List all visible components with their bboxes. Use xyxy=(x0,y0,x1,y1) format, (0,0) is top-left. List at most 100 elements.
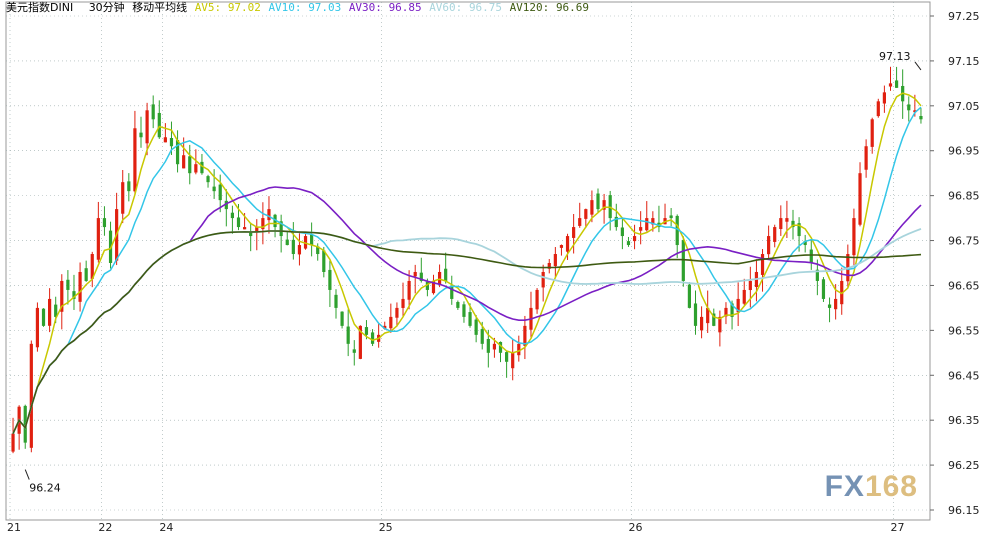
candle-body xyxy=(437,271,442,285)
y-tick-label: 96.95 xyxy=(948,145,980,158)
candle-body xyxy=(742,289,746,304)
candle-body xyxy=(242,227,247,230)
indicator-label: 移动平均线 xyxy=(132,1,188,14)
y-tick-label: 97.15 xyxy=(948,55,980,68)
candle-body xyxy=(364,327,369,335)
candle-body xyxy=(169,138,174,147)
candle-body xyxy=(888,83,893,87)
candle-body xyxy=(340,311,344,326)
candle-body xyxy=(218,184,222,201)
candle-body xyxy=(620,227,624,237)
candle-body xyxy=(444,268,448,281)
y-tick-label: 97.25 xyxy=(948,10,980,23)
candle-body xyxy=(291,239,295,255)
ma5-legend: AV5: 97.02 xyxy=(194,1,261,14)
candle-body xyxy=(267,209,271,221)
candle-body xyxy=(596,193,600,210)
x-tick-label: 25 xyxy=(379,521,393,533)
candle-body xyxy=(590,200,594,215)
candle-body xyxy=(139,132,143,138)
ma10-legend: AV10: 97.03 xyxy=(268,1,342,14)
candle-body xyxy=(370,332,375,344)
candle-body xyxy=(626,241,631,246)
candle-body xyxy=(535,289,539,310)
candle-body xyxy=(827,304,832,308)
y-tick-label: 96.45 xyxy=(948,369,980,382)
candle-body xyxy=(699,316,704,331)
candle-body xyxy=(285,239,289,246)
annotation-low: 96.24 xyxy=(29,482,61,495)
candle-body xyxy=(84,268,88,281)
annotation-leader xyxy=(914,61,922,71)
y-tick-label: 96.15 xyxy=(948,504,980,517)
annotation-leader xyxy=(24,469,30,480)
candle-body xyxy=(919,116,923,120)
candle-body xyxy=(584,209,588,219)
x-tick-label: 24 xyxy=(159,521,173,533)
candle-body xyxy=(492,343,497,350)
y-tick-label: 96.55 xyxy=(948,324,980,337)
candle-body xyxy=(779,218,783,230)
candle-body xyxy=(322,250,326,272)
candle-body xyxy=(395,307,399,318)
candle-body xyxy=(310,234,314,246)
candle-body xyxy=(669,215,673,219)
x-tick-label: 26 xyxy=(629,521,643,533)
candle-body xyxy=(352,349,356,353)
candle-body xyxy=(346,326,350,344)
ma10-line xyxy=(12,106,922,435)
candle-body xyxy=(328,269,332,290)
candle-body xyxy=(541,271,545,288)
candle-body xyxy=(760,254,765,275)
candle-body xyxy=(639,227,643,231)
candle-body xyxy=(35,307,40,348)
candle-body xyxy=(133,128,137,192)
candle-body xyxy=(182,155,186,169)
candle-body xyxy=(206,176,210,183)
y-tick-label: 96.85 xyxy=(948,190,980,203)
candle-body xyxy=(474,319,478,335)
y-tick-label: 96.65 xyxy=(948,279,980,292)
candle-body xyxy=(389,316,393,329)
candle-body xyxy=(486,338,490,353)
candle-body xyxy=(48,298,52,326)
ma60-legend: AV60: 96.75 xyxy=(429,1,503,14)
candle-body xyxy=(693,303,698,326)
candle-body xyxy=(401,298,405,308)
candle-body xyxy=(151,104,155,120)
candle-body xyxy=(858,173,862,225)
candle-body xyxy=(578,218,582,226)
candle-body xyxy=(413,271,417,277)
candle-body xyxy=(480,329,484,344)
annotation-high: 97.13 xyxy=(879,50,911,63)
candle-body xyxy=(687,284,692,308)
x-tick-label: 22 xyxy=(98,521,112,533)
candle-body xyxy=(157,112,161,138)
candle-body xyxy=(748,280,752,291)
candle-body xyxy=(572,227,576,238)
candle-body xyxy=(230,212,235,219)
chart-svg: 97.25 97.15 97.05 96.95 96.85 96.75 96.65 96.55… xyxy=(5,1,980,534)
candle-body xyxy=(194,164,198,173)
y-tick-label: 96.75 xyxy=(948,235,980,248)
ma120-legend: AV120: 96.69 xyxy=(509,1,590,14)
candle-body xyxy=(553,254,557,267)
candle-body xyxy=(907,104,911,111)
candle-body xyxy=(505,352,509,362)
candle-body xyxy=(785,218,789,222)
candle-body xyxy=(188,156,192,174)
y-tick-label: 97.05 xyxy=(948,100,980,113)
candle-body xyxy=(297,245,302,255)
candle-body xyxy=(127,181,131,192)
x-tick-label: 27 xyxy=(891,521,905,533)
candle-body xyxy=(456,302,460,308)
candle-body xyxy=(511,352,515,369)
candle-body xyxy=(78,271,82,302)
candle-body xyxy=(66,279,70,290)
candle-body xyxy=(11,433,15,452)
candle-body xyxy=(864,146,868,170)
candle-body xyxy=(852,218,856,256)
candle-body xyxy=(645,218,649,231)
candle-body xyxy=(163,137,167,143)
candle-body xyxy=(41,308,46,326)
